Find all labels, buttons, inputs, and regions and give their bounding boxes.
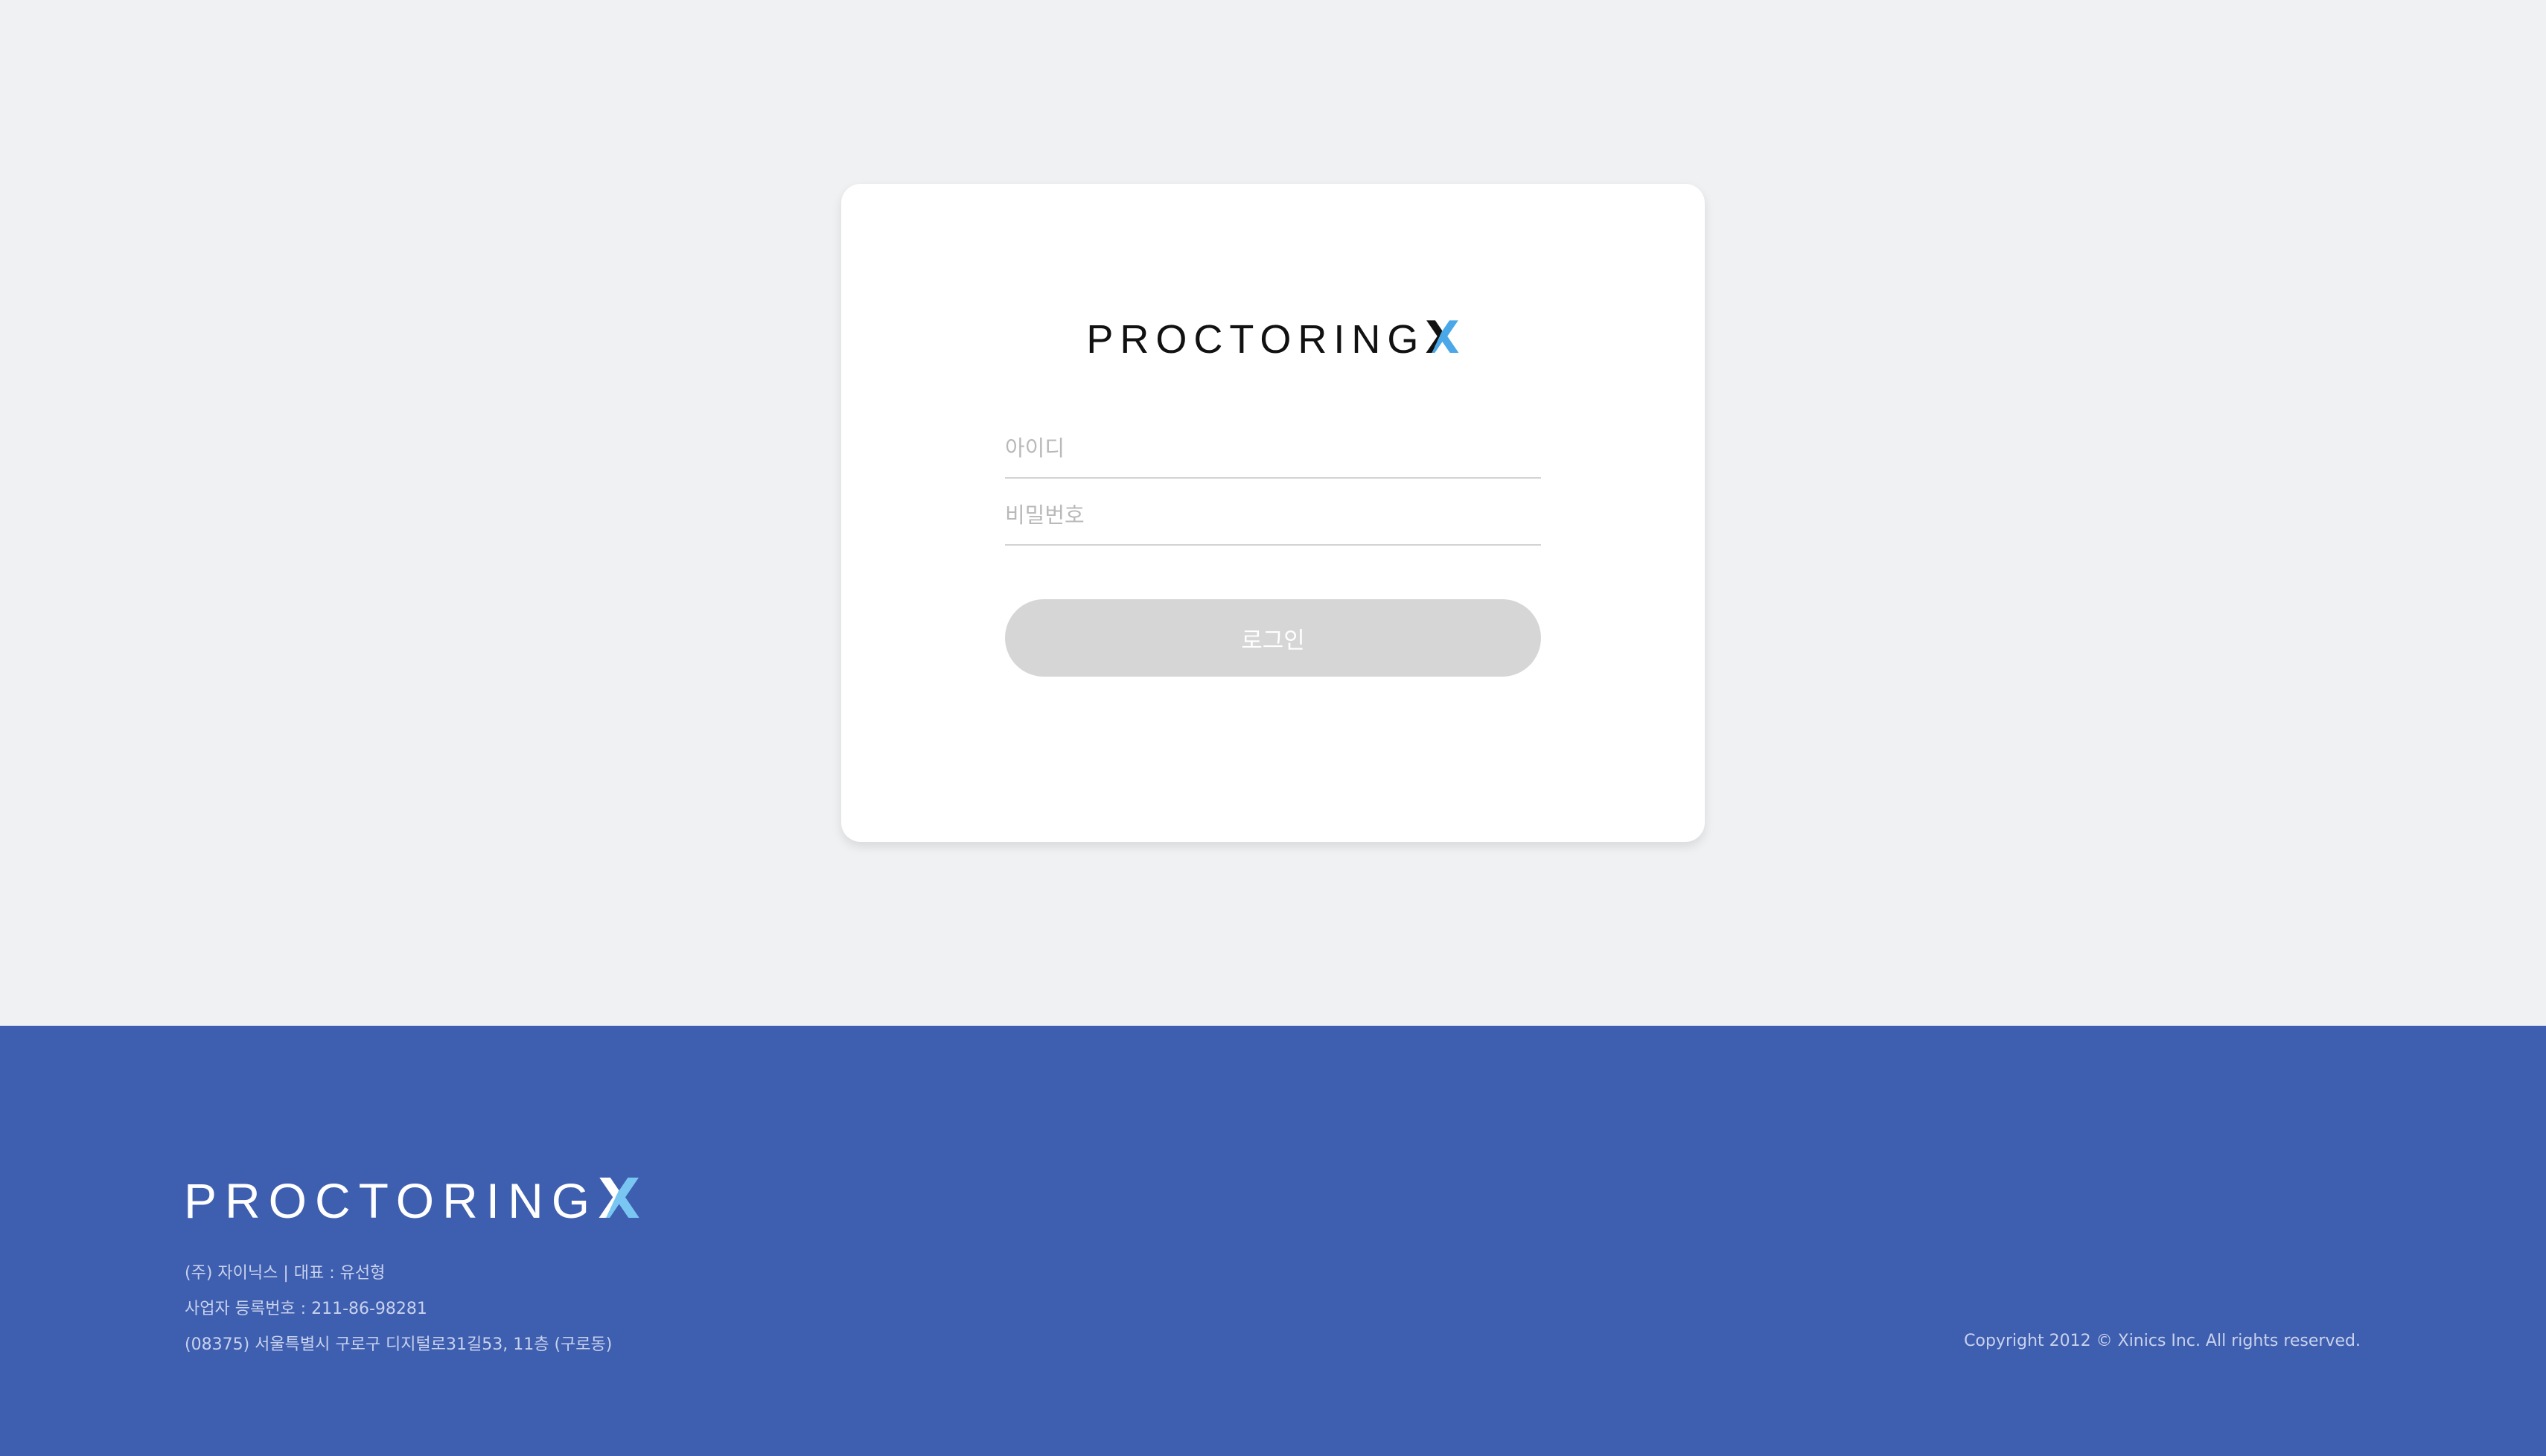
footer-logo-text: PROCTORING [184,1173,599,1228]
company-info: (주) 자이닉스 | 대표 : 유선형 [185,1264,386,1283]
proctoringx-footer-logo-icon: PROCTORINGX [184,1172,640,1227]
proctoringx-logo-icon: PROCTORINGX [841,316,1705,360]
footer-logo-x: X [598,1167,641,1231]
registration-info: 사업자 등록번호 : 211-86-98281 [185,1300,427,1318]
footer: PROCTORINGX (주) 자이닉스 | 대표 : 유선형 사업자 등록번호… [0,1026,2546,1456]
login-card: PROCTORINGX 로그인 [841,184,1705,842]
logo-text: PROCTORING [1086,317,1426,362]
logo-x: X [1425,312,1460,364]
login-button[interactable]: 로그인 [1005,599,1541,677]
password-input[interactable] [1005,499,1541,546]
address-info: (08375) 서울특별시 구로구 디지털로31길53, 11층 (구로동) [185,1335,613,1354]
id-input[interactable] [1005,432,1541,479]
copyright-text: Copyright 2012 © Xinics Inc. All rights … [1964,1332,2361,1350]
